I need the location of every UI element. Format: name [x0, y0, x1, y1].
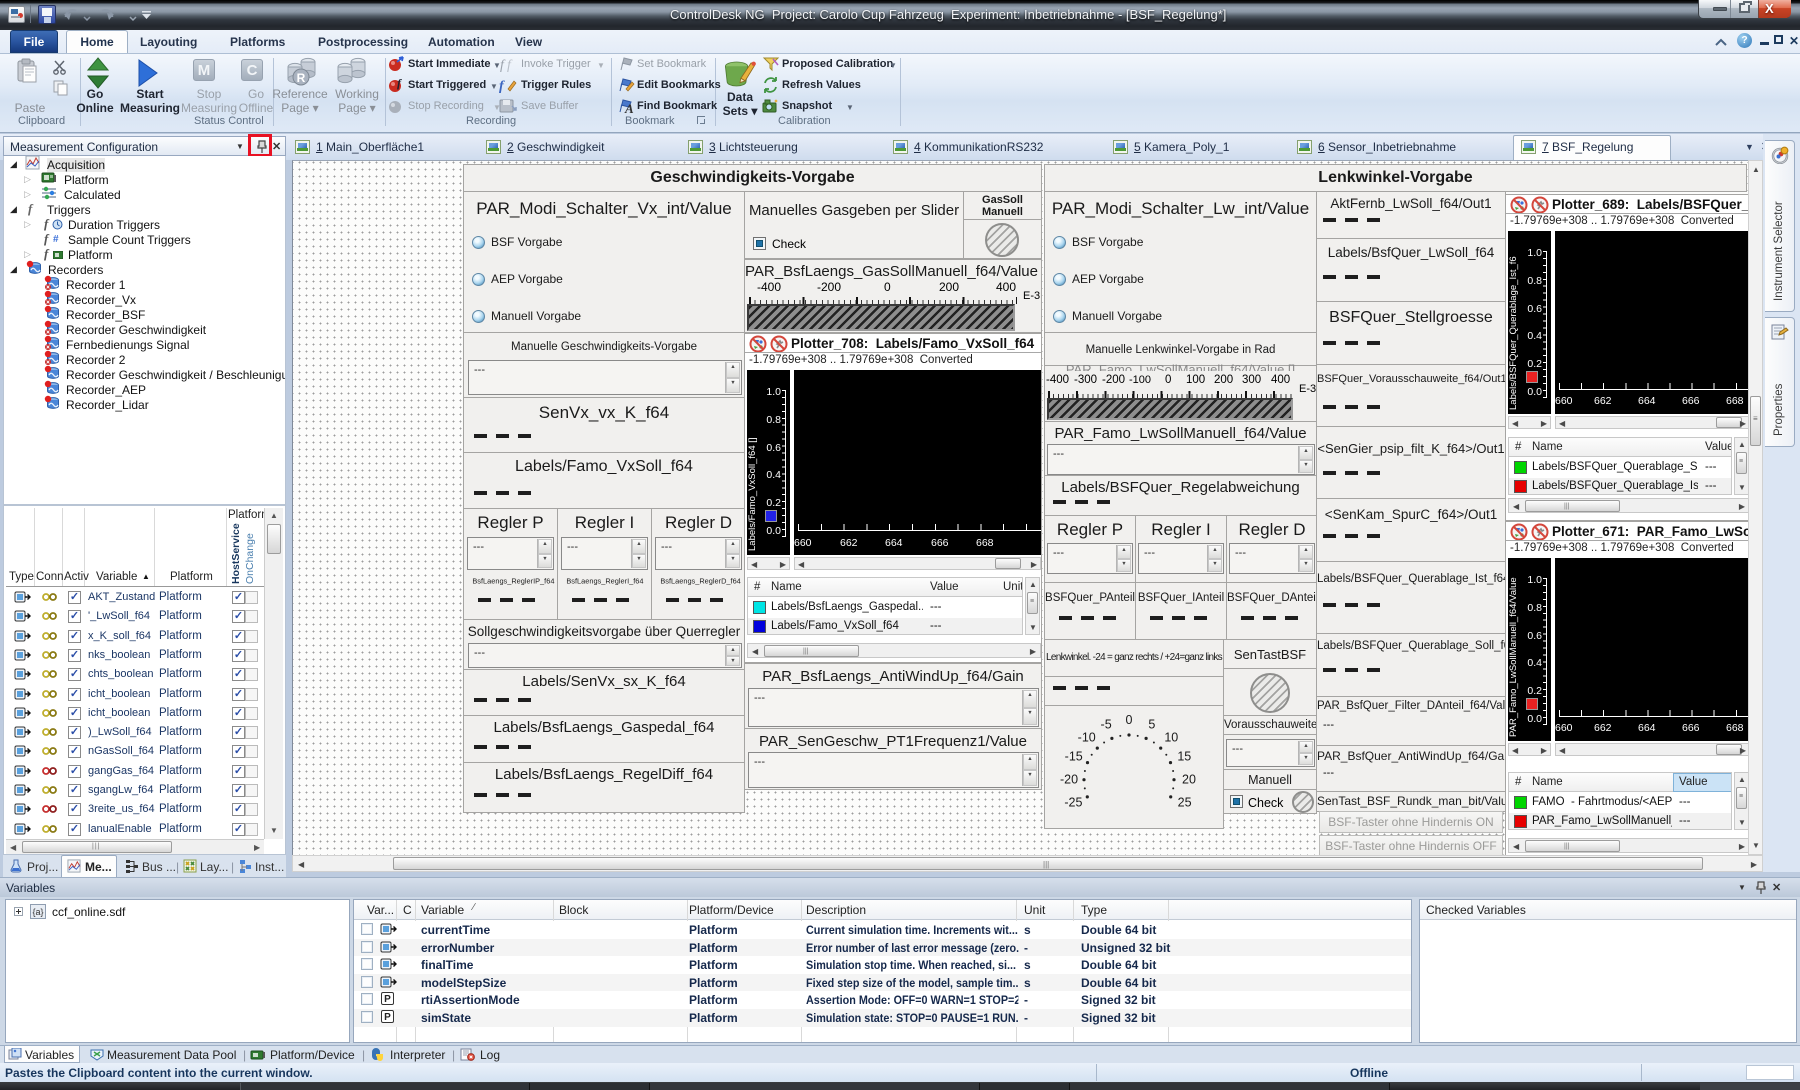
- svg-text:0: 0: [1126, 713, 1133, 727]
- svg-text:-15: -15: [1065, 750, 1083, 764]
- svg-text:-20: -20: [1060, 773, 1078, 787]
- svg-text:-10: -10: [1078, 730, 1096, 744]
- svg-text:20: 20: [1182, 773, 1196, 787]
- svg-text:R: R: [297, 71, 306, 85]
- svg-text:15: 15: [1177, 750, 1191, 764]
- svg-text:A: A: [624, 101, 634, 114]
- svg-text:25: 25: [1178, 796, 1192, 810]
- svg-text:f: f: [499, 79, 505, 93]
- svg-text:10: 10: [1164, 730, 1178, 744]
- svg-text:f: f: [507, 58, 513, 72]
- svg-text:5: 5: [1148, 718, 1155, 732]
- svg-text:-5: -5: [1101, 718, 1112, 732]
- svg-text:-25: -25: [1064, 796, 1082, 810]
- svg-text:f: f: [500, 58, 506, 72]
- svg-text:f: f: [397, 77, 402, 90]
